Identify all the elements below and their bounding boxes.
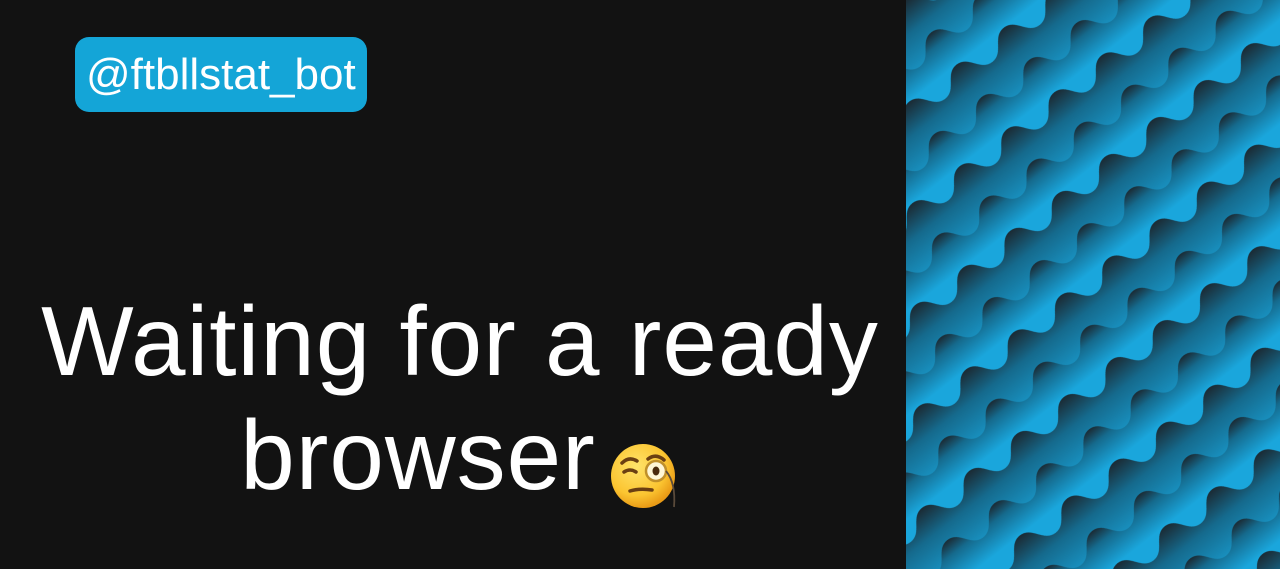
pattern-canvas (906, 0, 1280, 569)
headline-line-2: browser (0, 398, 920, 512)
status-headline: Waiting for a ready browser (0, 284, 920, 512)
face-with-monocle-icon (610, 420, 680, 509)
headline-line-2-text: browser (240, 400, 596, 510)
headline-line-1: Waiting for a ready (41, 286, 879, 396)
page: @ftbllstat_bot Waiting for a ready brows… (0, 0, 1280, 569)
wavy-stripes-pattern (906, 0, 1280, 569)
bot-handle-badge[interactable]: @ftbllstat_bot (75, 37, 367, 112)
message-panel: @ftbllstat_bot Waiting for a ready brows… (0, 0, 906, 569)
